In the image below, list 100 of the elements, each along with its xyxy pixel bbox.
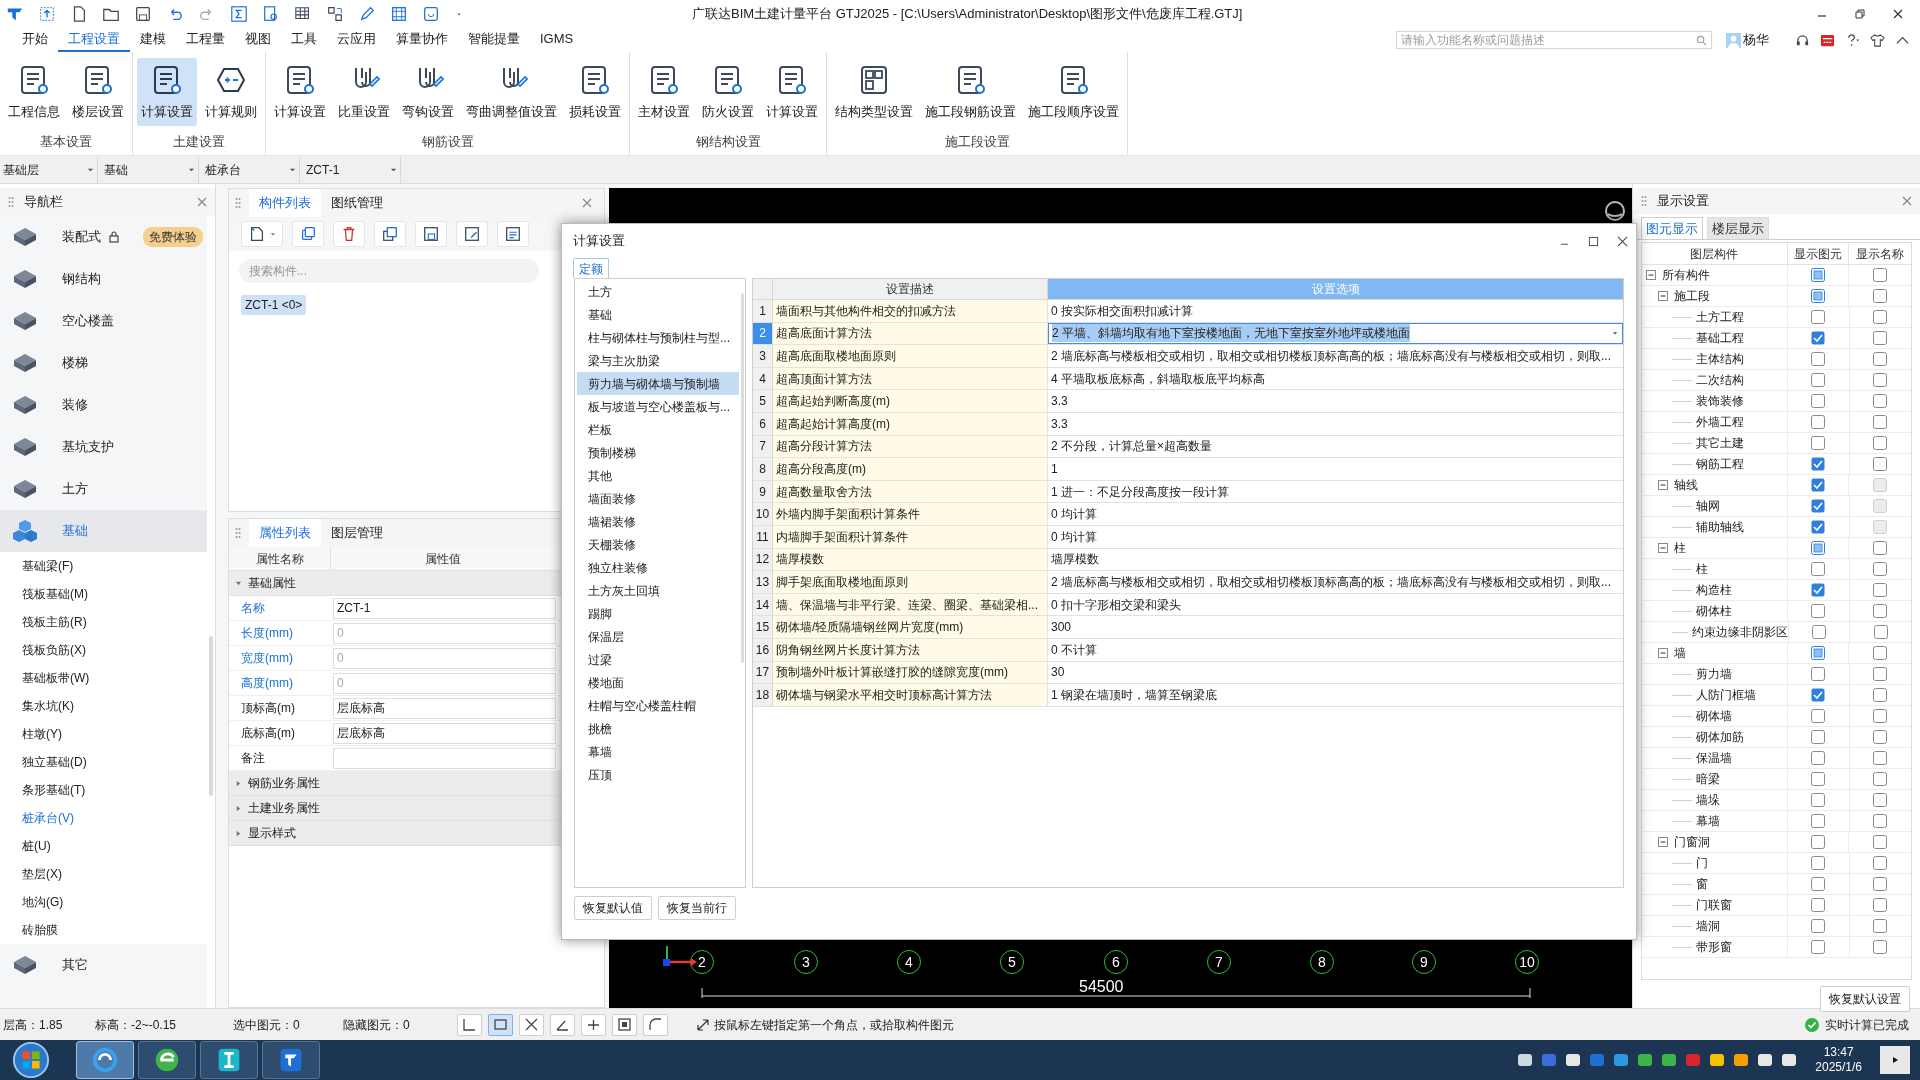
tree-item-label[interactable]: 墙垛: [1696, 791, 1720, 809]
checkbox[interactable]: [1811, 688, 1826, 702]
scrollbar-thumb[interactable]: [209, 636, 213, 796]
dialog-button[interactable]: 恢复默认值: [574, 896, 652, 920]
tree-item-label[interactable]: 外墙工程: [1696, 413, 1744, 431]
tray-icon[interactable]: [1733, 1052, 1750, 1068]
checkbox[interactable]: [1873, 709, 1888, 723]
property-value-field[interactable]: [333, 747, 556, 769]
nav-subitem[interactable]: 筏板负筋(X): [0, 636, 207, 664]
report-search-icon[interactable]: [262, 5, 280, 23]
tree-item-label[interactable]: 主体结构: [1696, 350, 1744, 368]
nav-subitem[interactable]: 集水坑(K): [0, 692, 207, 720]
tree-item-label[interactable]: 门联窗: [1696, 896, 1732, 914]
ribbon-button[interactable]: 比重设置: [334, 58, 394, 126]
checkbox[interactable]: [1873, 877, 1888, 891]
toolbar-button[interactable]: [456, 221, 488, 247]
ribbon-button[interactable]: 计算规则: [201, 58, 261, 126]
checkbox[interactable]: [1873, 604, 1888, 618]
tray-icon[interactable]: [1565, 1052, 1582, 1068]
maximize-icon[interactable]: [1588, 235, 1599, 247]
checkbox[interactable]: [1811, 856, 1826, 870]
expanded-arrow-icon[interactable]: [235, 579, 242, 587]
checkbox[interactable]: [1811, 709, 1826, 723]
taskbar-app-button[interactable]: [138, 1041, 196, 1079]
tree-item-label[interactable]: 施工段: [1674, 287, 1710, 305]
collapse-toggle-icon[interactable]: [1658, 480, 1668, 490]
snap-tool-button[interactable]: [550, 1013, 575, 1036]
tree-item-label[interactable]: 装饰装修: [1696, 392, 1744, 410]
tree-item-label[interactable]: 所有构件: [1662, 266, 1710, 284]
checkbox[interactable]: [1873, 919, 1888, 933]
ribbon-button[interactable]: 计算设置: [270, 58, 330, 126]
checkbox[interactable]: [1811, 646, 1826, 660]
layer-dropdown[interactable]: 基础: [101, 156, 199, 183]
checkbox[interactable]: [1873, 394, 1888, 408]
restore-default-button[interactable]: 恢复默认设置: [1820, 986, 1910, 1012]
ribbon-button[interactable]: 弯钩设置: [398, 58, 458, 126]
tree-item-label[interactable]: 辅助轴线: [1696, 518, 1744, 536]
dialog-tab[interactable]: 定额: [573, 258, 609, 278]
tree-item-label[interactable]: 轴线: [1674, 476, 1698, 494]
property-group-label[interactable]: 钢筋业务属性: [248, 774, 320, 792]
checkbox[interactable]: [1873, 898, 1888, 912]
checkbox[interactable]: [1873, 814, 1888, 828]
property-value-field[interactable]: 层底标高: [333, 722, 556, 744]
toolbar-button[interactable]: [415, 221, 447, 247]
layer-dropdown[interactable]: 基础层: [0, 156, 98, 183]
nav-subitem[interactable]: 桩(U): [0, 832, 207, 860]
checkbox[interactable]: [1873, 457, 1888, 471]
drag-handle-icon[interactable]: [235, 527, 241, 539]
checkbox[interactable]: [1811, 814, 1826, 828]
panel-tab[interactable]: 属性列表: [249, 519, 321, 547]
tray-icon[interactable]: [1637, 1052, 1654, 1068]
drag-handle-icon[interactable]: [1641, 195, 1647, 207]
ribbon-button[interactable]: 防火设置: [698, 58, 758, 126]
tree-item-label[interactable]: 人防门框墙: [1696, 686, 1756, 704]
tree-item-label[interactable]: 约束边缘非阴影区: [1692, 623, 1788, 641]
tree-item-label[interactable]: 土方工程: [1696, 308, 1744, 326]
checkbox[interactable]: [1811, 898, 1826, 912]
property-group-label[interactable]: 显示样式: [248, 824, 296, 842]
tree-item-label[interactable]: 其它土建: [1696, 434, 1744, 452]
toolbar-button[interactable]: [292, 221, 324, 247]
taskbar-app-button[interactable]: [262, 1041, 320, 1079]
menu-tab[interactable]: 智能提量: [458, 28, 530, 52]
tree-item-label[interactable]: 墙洞: [1696, 917, 1720, 935]
collapsed-arrow-icon[interactable]: [235, 829, 242, 837]
checkbox[interactable]: [1873, 730, 1888, 744]
checkbox[interactable]: [1873, 310, 1888, 324]
checkbox[interactable]: [1873, 289, 1888, 303]
ribbon-button[interactable]: 施工段顺序设置: [1024, 58, 1123, 126]
checkbox[interactable]: [1873, 751, 1888, 765]
checkbox[interactable]: [1873, 940, 1888, 954]
checkbox[interactable]: [1811, 457, 1826, 471]
checkbox[interactable]: [1811, 835, 1826, 849]
restore-icon[interactable]: [1854, 8, 1866, 20]
checkbox[interactable]: [1811, 877, 1826, 891]
checkbox[interactable]: [1873, 583, 1888, 597]
drag-handle-icon[interactable]: [235, 197, 241, 209]
snap-tool-button[interactable]: [519, 1013, 544, 1036]
checkbox[interactable]: [1811, 331, 1826, 345]
checkbox[interactable]: [1811, 268, 1826, 282]
checkbox[interactable]: [1811, 730, 1826, 744]
checkbox[interactable]: [1873, 625, 1888, 639]
component-search-field[interactable]: 搜索构件...: [239, 259, 539, 283]
checkbox[interactable]: [1873, 415, 1888, 429]
checkbox[interactable]: [1811, 583, 1826, 597]
clock-time[interactable]: 13:47: [1823, 1045, 1854, 1060]
clock-date[interactable]: 2025/1/6: [1815, 1060, 1862, 1075]
checkbox[interactable]: [1811, 793, 1826, 807]
checkbox[interactable]: [1873, 268, 1888, 282]
save-icon[interactable]: [134, 5, 152, 23]
checkbox[interactable]: [1811, 667, 1826, 681]
tray-icon[interactable]: [1517, 1052, 1534, 1068]
tree-item-label[interactable]: 门窗洞: [1674, 833, 1710, 851]
search-icon[interactable]: [1696, 35, 1707, 46]
help-icon[interactable]: [1845, 32, 1860, 48]
checkbox[interactable]: [1811, 394, 1826, 408]
checkbox[interactable]: [1873, 541, 1888, 555]
film-icon[interactable]: [390, 5, 408, 23]
nav-subitem[interactable]: 砖胎膜: [0, 916, 207, 944]
close-icon[interactable]: [1892, 8, 1904, 20]
ribbon-button[interactable]: 损耗设置: [565, 58, 625, 126]
